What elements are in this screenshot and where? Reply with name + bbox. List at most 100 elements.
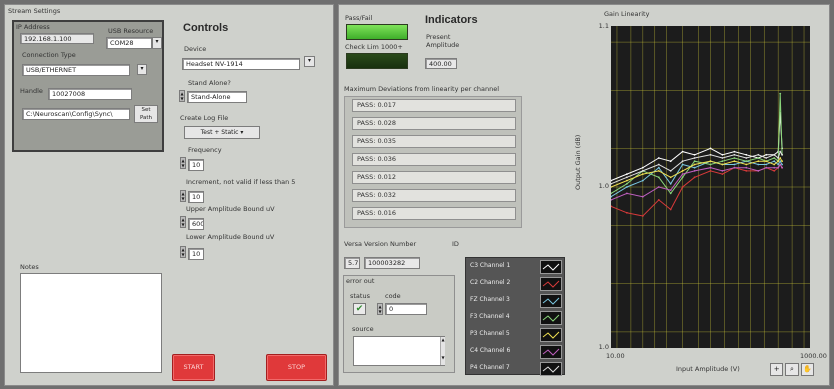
indicators-heading: Indicators — [425, 14, 478, 26]
zoom-icon[interactable]: ⌕ — [785, 363, 799, 376]
series-point — [745, 170, 748, 172]
series-point — [693, 170, 696, 172]
standalone-label: Stand Alone? — [188, 79, 231, 87]
connection-type-field[interactable]: USB/ETHERNET — [22, 64, 130, 76]
series-point — [765, 160, 768, 163]
lower-bound-field[interactable]: 10 — [188, 248, 204, 260]
series-point — [733, 166, 736, 169]
series-point — [745, 157, 748, 159]
series-point — [757, 153, 760, 156]
deviation-item: PASS: 0.035 — [352, 135, 516, 148]
series-point — [693, 157, 696, 159]
code-field: 0 — [385, 303, 427, 315]
legend-item[interactable]: P3 Channel 5 — [470, 327, 562, 342]
usb-dropdown-icon[interactable]: ▾ — [152, 37, 162, 49]
series-point — [721, 157, 724, 159]
series-point — [765, 153, 768, 156]
start-button[interactable]: START — [172, 354, 215, 381]
controls-heading: Controls — [183, 22, 229, 34]
legend-item[interactable]: C4 Channel 6 — [470, 344, 562, 359]
increment-field[interactable]: 10 — [188, 191, 204, 203]
ip-field[interactable]: 192.168.1.100 — [20, 33, 94, 44]
id-label: ID — [452, 240, 459, 248]
source-field — [353, 336, 445, 366]
series-point — [626, 182, 628, 185]
create-log-dropdown[interactable]: Test + Static ▾ — [184, 126, 260, 139]
upper-bound-stepper[interactable]: ▲ ▼ — [180, 216, 186, 228]
series-point — [626, 186, 628, 188]
usb-resource-field[interactable]: COM28 — [106, 37, 152, 49]
device-field[interactable]: Headset NV-1914 — [182, 58, 300, 70]
notes-label: Notes — [20, 263, 39, 271]
connection-type-dropdown-icon[interactable]: ▾ — [137, 64, 147, 75]
series-point — [681, 186, 684, 188]
legend-item[interactable]: C2 Channel 2 — [470, 276, 562, 291]
device-browse-icon[interactable]: ▾ — [304, 56, 315, 67]
series-point — [781, 153, 783, 156]
legend-swatch-icon — [540, 311, 562, 325]
legend-item[interactable]: FZ Channel 3 — [470, 293, 562, 308]
standalone-stepper[interactable]: ▲ ▼ — [179, 90, 185, 102]
code-stepper[interactable]: ▲ ▼ — [377, 303, 383, 315]
series-point — [757, 157, 760, 159]
series-point — [733, 153, 736, 156]
create-log-value: Test + Static — [200, 129, 239, 136]
series-point — [669, 170, 672, 172]
series-point — [733, 157, 736, 159]
pass-fail-led — [346, 24, 408, 40]
pan-hand-icon[interactable]: ✋ — [800, 363, 814, 376]
series-point — [669, 208, 672, 211]
series-point — [779, 160, 782, 163]
frequency-field[interactable]: 10 — [188, 159, 204, 171]
series-point — [669, 189, 672, 192]
max-deviation-label: Maximum Deviations from linearity per ch… — [344, 85, 500, 93]
upper-bound-field[interactable]: 600 — [188, 218, 204, 230]
series-point — [721, 173, 724, 176]
notes-textarea[interactable] — [20, 273, 162, 373]
version-field: 5.7.2 — [344, 257, 360, 269]
series-point — [693, 160, 696, 163]
status-check-icon: ✔ — [353, 303, 366, 315]
set-path-button[interactable]: Set Path — [134, 105, 158, 123]
increment-stepper[interactable]: ▲ ▼ — [180, 190, 186, 202]
series-point — [765, 166, 768, 169]
legend-swatch-icon — [540, 328, 562, 342]
series-point — [681, 176, 684, 179]
series-point — [709, 160, 712, 163]
legend-label: FZ Channel 3 — [470, 296, 510, 303]
stop-button[interactable]: STOP — [266, 354, 327, 381]
handle-field[interactable]: 10027008 — [48, 88, 132, 100]
frequency-stepper[interactable]: ▲ ▼ — [180, 157, 186, 169]
series-point — [773, 157, 776, 159]
standalone-field[interactable]: Stand-Alone — [187, 91, 247, 103]
deviation-item: PASS: 0.036 — [352, 153, 516, 166]
legend-label: C4 Channel 6 — [470, 347, 511, 354]
series-point — [681, 150, 684, 153]
series-point — [657, 170, 660, 172]
usb-resource-value: COM28 — [110, 39, 134, 47]
series-point — [777, 163, 780, 166]
lower-bound-stepper[interactable]: ▲ ▼ — [180, 246, 186, 258]
x-right-tick: 1000.00 — [800, 352, 827, 360]
series-point — [773, 170, 776, 172]
series-point — [657, 186, 660, 188]
series-point — [757, 160, 760, 163]
create-log-label: Create Log File — [180, 114, 229, 122]
series-point — [757, 163, 760, 166]
legend-item[interactable]: C3 Channel 1 — [470, 259, 562, 274]
y-axis-label-wrap: Output Gain (dB) — [574, 135, 584, 200]
source-scrollbar[interactable]: ▲ ▼ — [440, 337, 445, 365]
legend-swatch-icon — [540, 277, 562, 291]
gain-linearity-plot[interactable] — [611, 26, 810, 348]
series-point — [773, 160, 776, 163]
zoom-crosshair-icon[interactable]: + — [770, 363, 784, 376]
check-label: Check Lim 1000+ — [345, 43, 403, 51]
stream-settings-title-text: Stream Settings — [8, 7, 61, 15]
legend-label: C3 Channel 1 — [470, 262, 511, 269]
device-label: Device — [184, 45, 207, 53]
path-field[interactable]: C:\Neuroscan\Config\Sync\ — [22, 108, 130, 120]
deviation-item: PASS: 0.012 — [352, 171, 516, 184]
legend-item[interactable]: P4 Channel 7 — [470, 361, 562, 376]
series-point — [693, 166, 696, 169]
legend-item[interactable]: F3 Channel 4 — [470, 310, 562, 325]
